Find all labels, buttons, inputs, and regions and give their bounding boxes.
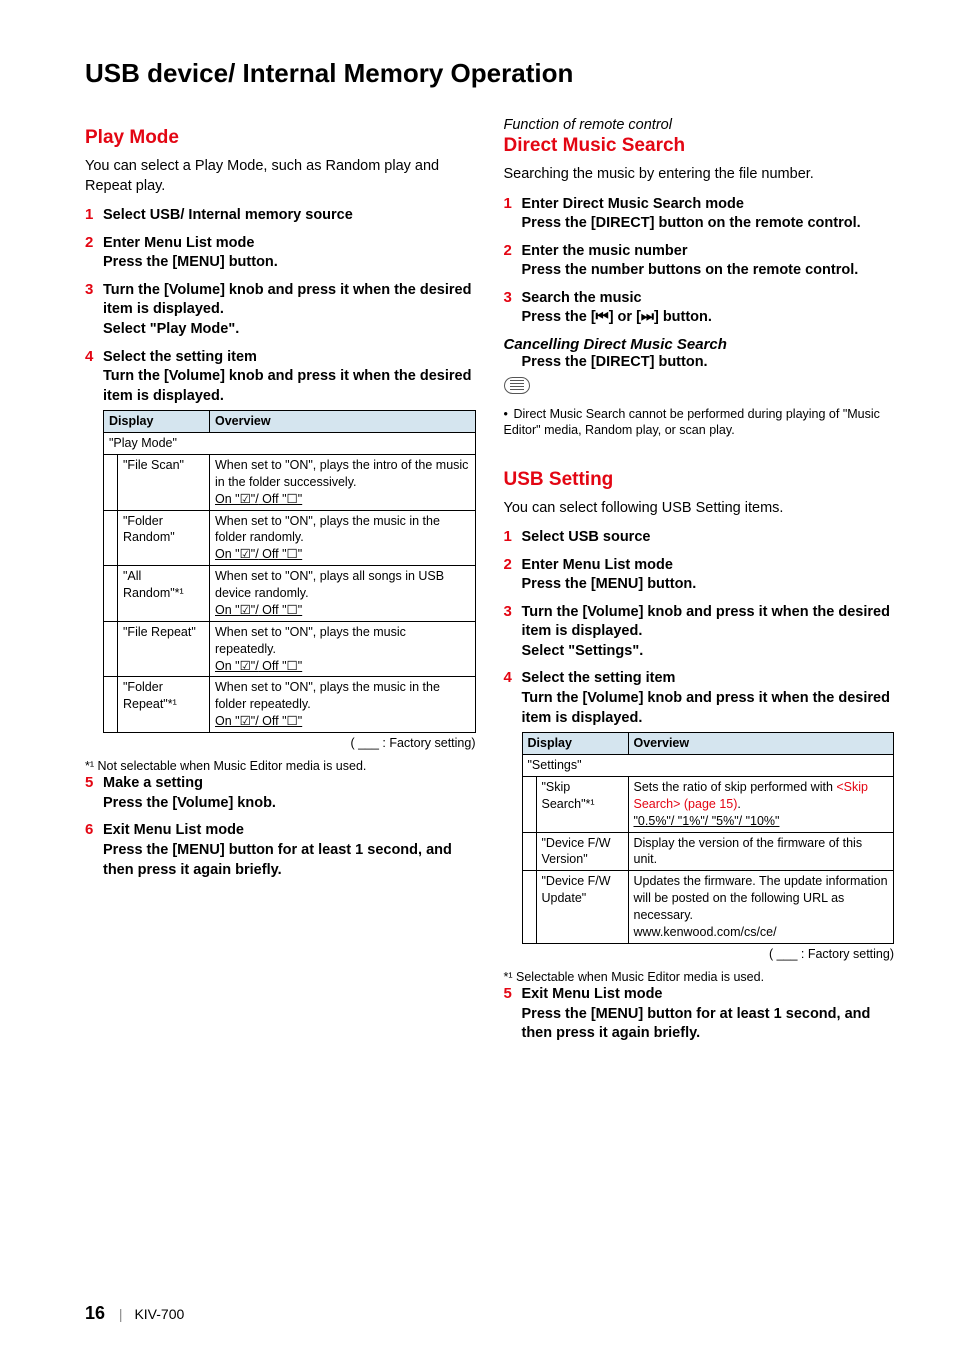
- step-sub: Press the [MENU] button.: [522, 575, 895, 595]
- footer-separator: |: [119, 1306, 123, 1322]
- heading-usb-setting: USB Setting: [504, 469, 895, 491]
- factory-legend: ( ___ : Factory setting): [522, 947, 895, 961]
- table-group-row: "Play Mode": [104, 433, 476, 455]
- step-title: Enter Menu List mode: [103, 234, 476, 254]
- step-title: Select USB/ Internal memory source: [103, 206, 476, 226]
- overview-cell: Updates the firmware. The update informa…: [628, 871, 894, 944]
- dms-steps: Enter Direct Music Search mode Press the…: [504, 195, 895, 328]
- table-row: "Skip Search"*¹ Sets the ratio of skip p…: [522, 776, 894, 832]
- usb-setting-table: Display Overview "Settings" "Skip Search…: [522, 732, 895, 944]
- play-mode-steps-2: Make a setting Press the [Volume] knob. …: [85, 774, 476, 880]
- remote-icon: [504, 377, 530, 394]
- overview-cell: Sets the ratio of skip performed with <S…: [628, 776, 894, 832]
- table-row: "Folder Random" When set to "ON", plays …: [104, 510, 476, 566]
- group-cell: "Settings": [522, 755, 894, 777]
- table-row: "Device F/W Update" Updates the firmware…: [522, 871, 894, 944]
- cancel-body: Press the [DIRECT] button.: [504, 353, 895, 373]
- step-sub: Turn the [Volume] knob and press it when…: [522, 689, 895, 728]
- step-sub: Press the [DIRECT] button on the remote …: [522, 214, 895, 234]
- overview-cell: When set to "ON", plays all songs in USB…: [210, 566, 476, 622]
- play-mode-table: Display Overview "Play Mode" "File Scan": [103, 410, 476, 733]
- display-cell: "Device F/W Update": [536, 871, 628, 944]
- overview-cell: When set to "ON", plays the music repeat…: [210, 621, 476, 677]
- indent-cell: [104, 621, 118, 677]
- factory-legend: ( ___ : Factory setting): [103, 736, 476, 750]
- intro-text: Searching the music by entering the file…: [504, 165, 895, 185]
- th-overview: Overview: [628, 733, 894, 755]
- heading-play-mode: Play Mode: [85, 127, 476, 149]
- step-sub: Select "Settings".: [522, 642, 895, 662]
- indent-cell: [522, 776, 536, 832]
- step-sub: Press the number buttons on the remote c…: [522, 261, 895, 281]
- usb-steps: Select USB source Enter Menu List mode P…: [504, 528, 895, 961]
- step-sub: Select "Play Mode".: [103, 320, 476, 340]
- th-display: Display: [522, 733, 628, 755]
- step-title: Enter the music number: [522, 242, 895, 262]
- table-row: "File Repeat" When set to "ON", plays th…: [104, 621, 476, 677]
- play-mode-steps: Select USB/ Internal memory source Enter…: [85, 206, 476, 750]
- table-group-row: "Settings": [522, 755, 894, 777]
- indent-cell: [104, 510, 118, 566]
- display-cell: "Folder Repeat"*¹: [118, 677, 210, 733]
- step-title: Select the setting item: [103, 348, 476, 368]
- indent-cell: [522, 832, 536, 871]
- table-row: "File Scan" When set to "ON", plays the …: [104, 454, 476, 510]
- page-title: USB device/ Internal Memory Operation: [85, 58, 894, 89]
- cancel-heading: Cancelling Direct Music Search: [504, 336, 895, 353]
- step-title: Make a setting: [103, 774, 476, 794]
- table-row: "Folder Repeat"*¹ When set to "ON", play…: [104, 677, 476, 733]
- step-sub: Press the [MENU] button for at least 1 s…: [103, 841, 476, 880]
- overview-cell: When set to "ON", plays the music in the…: [210, 510, 476, 566]
- display-cell: "File Scan": [118, 454, 210, 510]
- display-cell: "Folder Random": [118, 510, 210, 566]
- note: •Direct Music Search cannot be performed…: [504, 406, 895, 439]
- indent-cell: [104, 566, 118, 622]
- display-cell: "Skip Search"*¹: [536, 776, 628, 832]
- usb-steps-2: Exit Menu List mode Press the [MENU] but…: [504, 985, 895, 1044]
- step-sub: Press the [MENU] button for at least 1 s…: [522, 1005, 895, 1044]
- step-sub: Press the [MENU] button.: [103, 253, 476, 273]
- step-sub: Press the [Volume] knob.: [103, 794, 476, 814]
- intro-text: You can select following USB Setting ite…: [504, 499, 895, 519]
- overview-cell: When set to "ON", plays the intro of the…: [210, 454, 476, 510]
- display-cell: "Device F/W Version": [536, 832, 628, 871]
- indent-cell: [104, 677, 118, 733]
- step-sub: Turn the [Volume] knob and press it when…: [103, 367, 476, 406]
- step-title: Exit Menu List mode: [103, 821, 476, 841]
- page-number: 16: [85, 1303, 105, 1323]
- step-title: Search the music: [522, 289, 895, 309]
- overview-cell: Display the version of the firmware of t…: [628, 832, 894, 871]
- function-remote-label: Function of remote control: [504, 117, 895, 133]
- step-sub: Press the [⏮] or [⏭] button.: [522, 308, 895, 328]
- indent-cell: [522, 871, 536, 944]
- step-title: Enter Menu List mode: [522, 556, 895, 576]
- step-title: Turn the [Volume] knob and press it when…: [103, 281, 476, 320]
- table-row: "Device F/W Version" Display the version…: [522, 832, 894, 871]
- indent-cell: [104, 454, 118, 510]
- page-footer: 16 | KIV-700: [85, 1303, 184, 1324]
- overview-cell: When set to "ON", plays the music in the…: [210, 677, 476, 733]
- group-cell: "Play Mode": [104, 433, 476, 455]
- model-label: KIV-700: [134, 1306, 184, 1322]
- intro-text: You can select a Play Mode, such as Rand…: [85, 157, 476, 196]
- th-display: Display: [104, 411, 210, 433]
- display-cell: "All Random"*¹: [118, 566, 210, 622]
- step-title: Exit Menu List mode: [522, 985, 895, 1005]
- th-overview: Overview: [210, 411, 476, 433]
- step-title: Turn the [Volume] knob and press it when…: [522, 603, 895, 642]
- footnote: *¹ Selectable when Music Editor media is…: [504, 969, 895, 985]
- display-cell: "File Repeat": [118, 621, 210, 677]
- step-title: Select USB source: [522, 528, 895, 548]
- step-title: Select the setting item: [522, 669, 895, 689]
- step-title: Enter Direct Music Search mode: [522, 195, 895, 215]
- footnote: *¹ Not selectable when Music Editor medi…: [85, 758, 476, 774]
- heading-direct-music-search: Direct Music Search: [504, 135, 895, 157]
- table-row: "All Random"*¹ When set to "ON", plays a…: [104, 566, 476, 622]
